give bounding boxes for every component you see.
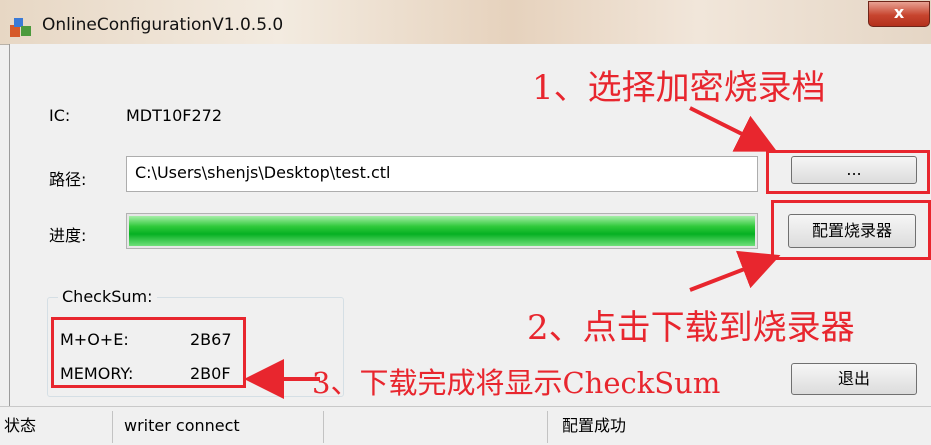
status-divider [323, 411, 324, 443]
annotation-arrows [244, 106, 781, 399]
status-state-label: 状态 [4, 416, 37, 435]
status-divider [547, 411, 548, 443]
status-connection: writer connect [124, 416, 240, 435]
arrow-step1 [689, 106, 778, 152]
arrow-step2 [689, 250, 781, 292]
status-bar: 状态 writer connect 配置成功 [0, 406, 931, 445]
status-divider [112, 411, 113, 443]
status-message: 配置成功 [562, 416, 627, 435]
